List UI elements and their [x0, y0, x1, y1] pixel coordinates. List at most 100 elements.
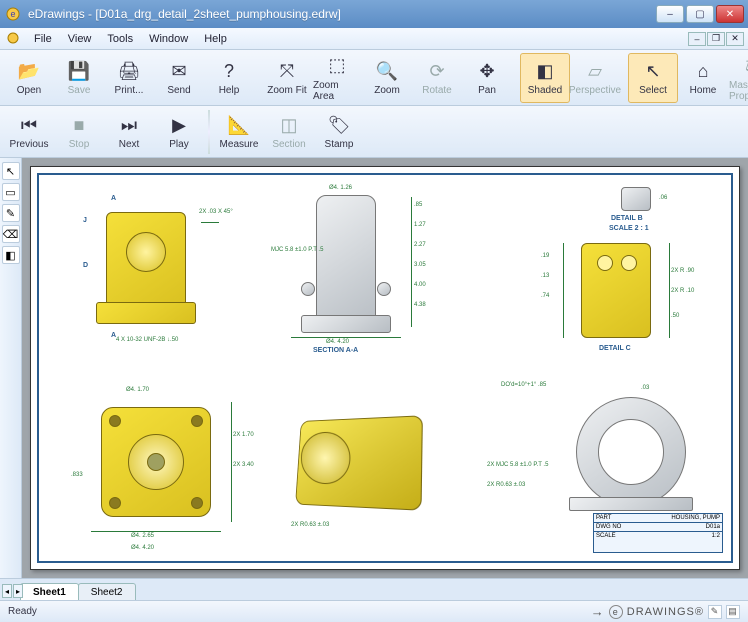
rotate-icon: ⟳ — [425, 59, 449, 83]
select-icon: ↖ — [641, 59, 665, 83]
close-button[interactable]: ✕ — [716, 5, 744, 23]
stamp-button[interactable]: 🏷 Stamp — [314, 107, 364, 157]
menu-view[interactable]: View — [60, 31, 100, 47]
status-page-icon[interactable]: ▤ — [726, 605, 740, 619]
measure-icon: 📐 — [227, 113, 251, 137]
next-label: Next — [119, 139, 140, 150]
tab-sheet1[interactable]: Sheet1 — [20, 583, 79, 600]
status-text: Ready — [8, 606, 37, 617]
rotate-button: ⟳ Rotate — [412, 53, 462, 103]
stop-label: Stop — [69, 139, 90, 150]
zoomfit-button[interactable]: ⤧ Zoom Fit — [262, 53, 312, 103]
home-icon: ⌂ — [691, 59, 715, 83]
drawing-sheet[interactable]: A A J D 2X .03 X 45° 4 X 10-32 UNF-2B ↓.… — [30, 166, 740, 570]
rotate-label: Rotate — [422, 85, 451, 96]
open-icon: 📂 — [17, 59, 41, 83]
send-label: Send — [167, 85, 190, 96]
zoomfit-icon: ⤧ — [275, 59, 299, 83]
previous-button[interactable]: ⏮ Previous — [4, 107, 54, 157]
next-icon: ⏭ — [117, 113, 141, 137]
previous-label: Previous — [10, 139, 49, 150]
measure-button[interactable]: 📐 Measure — [214, 107, 264, 157]
select-button[interactable]: ↖ Select — [628, 53, 678, 103]
zoom-label: Zoom — [374, 85, 400, 96]
save-icon: 💾 — [67, 59, 91, 83]
brand-text: DRAWINGS® — [627, 606, 704, 618]
select-label: Select — [639, 85, 667, 96]
play-button[interactable]: ▶ Play — [154, 107, 204, 157]
minimize-button[interactable]: – — [656, 5, 684, 23]
stop-button: ■ Stop — [54, 107, 104, 157]
play-label: Play — [169, 139, 188, 150]
massprops-icon: ⚖ — [741, 54, 748, 78]
measure-label: Measure — [220, 139, 259, 150]
home-button[interactable]: ⌂Home — [678, 53, 728, 103]
help-icon: ? — [217, 59, 241, 83]
menu-file[interactable]: File — [26, 31, 60, 47]
zoomarea-button[interactable]: ⬚Zoom Area — [312, 53, 362, 103]
menu-bar: File View Tools Window Help – ❐ ✕ — [0, 28, 748, 50]
perspective-label: Perspective — [569, 85, 621, 96]
shaded-label: Shaded — [528, 85, 562, 96]
perspective-icon: ▱ — [583, 59, 607, 83]
zoomarea-icon: ⬚ — [325, 54, 349, 78]
print-button[interactable]: 🖨Print... — [104, 53, 154, 103]
pan-button[interactable]: ✥ Pan — [462, 53, 512, 103]
toolbar-secondary: ⏮ Previous ■ Stop ⏭ Next ▶ Play 📐 Measure ◫ Sectio… — [0, 106, 748, 158]
left-tool-arrow[interactable]: ↖ — [2, 162, 20, 180]
tabs-scroll-right[interactable]: ▸ — [13, 584, 23, 598]
next-button[interactable]: ⏭ Next — [104, 107, 154, 157]
left-tool-pencil[interactable]: ✎ — [2, 204, 20, 222]
stop-icon: ■ — [67, 113, 91, 137]
help-button[interactable]: ? Help — [204, 53, 254, 103]
massprops-button: ⚖ Mass Props — [728, 53, 748, 103]
zoomarea-label: Zoom Area — [313, 80, 361, 102]
toolbar-main: 📂Open 💾 Save 🖨Print... ✉ Send? Help ⤧ Zoom Fit ⬚… — [0, 50, 748, 106]
help-label: Help — [219, 85, 240, 96]
tabs-scroll-left[interactable]: ◂ — [2, 584, 12, 598]
zoomfit-label: Zoom Fit — [267, 85, 306, 96]
open-button[interactable]: 📂Open — [4, 53, 54, 103]
save-label: Save — [68, 85, 91, 96]
mdi-close-button[interactable]: ✕ — [726, 32, 744, 46]
massprops-label: Mass Props — [729, 80, 748, 102]
menu-tools[interactable]: Tools — [99, 31, 141, 47]
shaded-button[interactable]: ◧ Shaded — [520, 53, 570, 103]
perspective-button: ▱ Perspective — [570, 53, 620, 103]
sheet-tabs: ◂ ▸ Sheet1 Sheet2 — [0, 578, 748, 600]
stamp-icon: 🏷 — [327, 113, 351, 137]
section-button: ◫ Section — [264, 107, 314, 157]
save-button: 💾 Save — [54, 53, 104, 103]
stamp-label: Stamp — [325, 139, 354, 150]
app-menu-icon[interactable] — [6, 31, 22, 47]
mdi-minimize-button[interactable]: – — [688, 32, 706, 46]
play-icon: ▶ — [167, 113, 191, 137]
status-bar: Ready → e DRAWINGS® ✎ ▤ — [0, 600, 748, 622]
shaded-icon: ◧ — [533, 59, 557, 83]
send-button[interactable]: ✉ Send — [154, 53, 204, 103]
left-toolbar: ↖ ▭ ✎ ⌫ ◧ — [0, 158, 22, 578]
section-label: Section — [272, 139, 305, 150]
app-icon: e — [4, 5, 22, 23]
mdi-restore-button[interactable]: ❐ — [707, 32, 725, 46]
svg-text:e: e — [10, 9, 15, 19]
zoom-icon: 🔍 — [375, 59, 399, 83]
print-label: Print... — [115, 85, 144, 96]
left-tool-eraser[interactable]: ⌫ — [2, 225, 20, 243]
brand-area: → e DRAWINGS® ✎ ▤ — [591, 604, 740, 619]
maximize-button[interactable]: ▢ — [686, 5, 714, 23]
menu-window[interactable]: Window — [141, 31, 196, 47]
menu-help[interactable]: Help — [196, 31, 235, 47]
left-tool-color[interactable]: ◧ — [2, 246, 20, 264]
zoom-button[interactable]: 🔍 Zoom — [362, 53, 412, 103]
drawing-viewport[interactable]: A A J D 2X .03 X 45° 4 X 10-32 UNF-2B ↓.… — [22, 158, 748, 578]
pan-label: Pan — [478, 85, 496, 96]
title-block: PARTHOUSING, PUMP DWG NOD01a SCALE1:2 — [593, 513, 723, 553]
pan-icon: ✥ — [475, 59, 499, 83]
status-pencil-icon[interactable]: ✎ — [708, 605, 722, 619]
tab-sheet2[interactable]: Sheet2 — [78, 583, 136, 600]
left-tool-box[interactable]: ▭ — [2, 183, 20, 201]
send-icon: ✉ — [167, 59, 191, 83]
section-icon: ◫ — [277, 113, 301, 137]
previous-icon: ⏮ — [17, 113, 41, 137]
